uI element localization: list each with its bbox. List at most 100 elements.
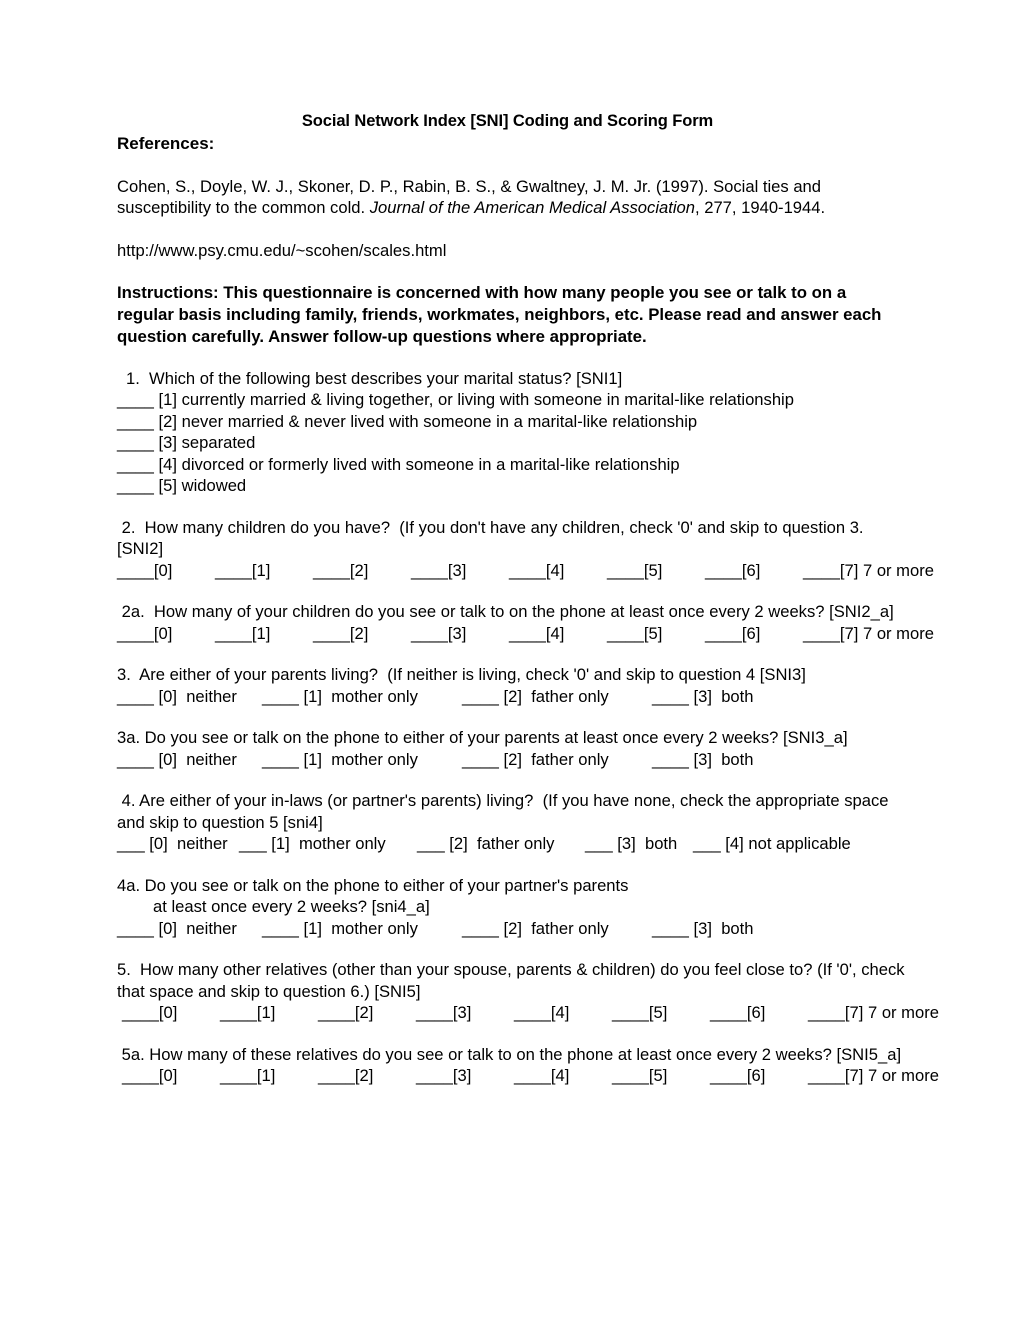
scale-option[interactable]: ____[0] xyxy=(122,1065,220,1086)
option-cell[interactable]: ____ [1] mother only xyxy=(262,918,462,939)
option-cell[interactable]: ____ [3] both xyxy=(652,749,754,770)
question-5a: 5a. How many of these relatives do you s… xyxy=(117,1044,939,1087)
option-cell[interactable]: ____ [1] mother only xyxy=(262,686,462,707)
question-5a-text: 5a. How many of these relatives do you s… xyxy=(117,1044,902,1064)
scale-option[interactable]: ____[0] xyxy=(117,623,215,644)
question-4a: 4a. Do you see or talk on the phone to e… xyxy=(117,875,912,939)
option-cell[interactable]: ____ [2] father only xyxy=(462,749,652,770)
scale-option[interactable]: ____[4] xyxy=(514,1065,612,1086)
scale-option[interactable]: ____[4] xyxy=(514,1002,612,1023)
option-row[interactable]: ____ [3] separated xyxy=(117,432,912,453)
question-4a-text-line2: at least once every 2 weeks? [sni4_a] xyxy=(153,897,430,917)
citation-journal-name: Journal of the American Medical Associat… xyxy=(369,198,695,218)
option-cell[interactable]: ____ [1] mother only xyxy=(262,749,462,770)
scale-option[interactable]: ____[4] xyxy=(509,623,607,644)
scale-option[interactable]: ____[3] xyxy=(416,1065,514,1086)
option-row[interactable]: ____ [4] divorced or formerly lived with… xyxy=(117,454,912,475)
question-3a: 3a. Do you see or talk on the phone to e… xyxy=(117,727,912,770)
reference-citation: Cohen, S., Doyle, W. J., Skoner, D. P., … xyxy=(117,176,892,219)
scale-option[interactable]: ____[4] xyxy=(509,560,607,581)
option-cell[interactable]: ____ [3] both xyxy=(652,686,754,707)
scale-option[interactable]: ____[2] xyxy=(313,623,411,644)
option-row[interactable]: ____ [5] widowed xyxy=(117,475,912,496)
references-heading: References: xyxy=(117,134,215,153)
question-4a-text-line1: 4a. Do you see or talk on the phone to e… xyxy=(117,875,629,895)
question-5a-scale: ____[0] ____[1] ____[2] ____[3] ____[4] … xyxy=(117,1065,939,1086)
scale-option[interactable]: ____[6] xyxy=(705,623,803,644)
question-2a-text: 2a. How many of your children do you see… xyxy=(117,602,894,622)
scale-option[interactable]: ____[5] xyxy=(612,1002,710,1023)
document-page: Social Network Index [SNI] Coding and Sc… xyxy=(0,0,1020,1320)
option-cell[interactable]: ____ [2] father only xyxy=(462,918,652,939)
scale-option[interactable]: ____[2] xyxy=(318,1002,416,1023)
question-5: 5. How many other relatives (other than … xyxy=(117,959,939,1023)
question-1-options: ____ [1] currently married & living toge… xyxy=(117,389,912,496)
scale-option[interactable]: ____[1] xyxy=(215,623,313,644)
scale-option[interactable]: ____[0] xyxy=(117,560,215,581)
question-2: 2. How many children do you have? (If yo… xyxy=(117,517,934,581)
scale-option[interactable]: ____[3] xyxy=(416,1002,514,1023)
scale-option[interactable]: ____[2] xyxy=(318,1065,416,1086)
question-4: 4. Are either of your in-laws (or partne… xyxy=(117,790,912,854)
option-row[interactable]: ____ [1] currently married & living toge… xyxy=(117,389,912,410)
option-cell[interactable]: ___ [3] both xyxy=(585,833,693,854)
question-2a-scale: ____[0] ____[1] ____[2] ____[3] ____[4] … xyxy=(117,623,934,644)
question-5-scale: ____[0] ____[1] ____[2] ____[3] ____[4] … xyxy=(117,1002,939,1023)
question-1: 1. Which of the following best describes… xyxy=(117,368,912,497)
scale-option[interactable]: ____[1] xyxy=(220,1002,318,1023)
option-cell[interactable]: ___ [2] father only xyxy=(417,833,585,854)
question-5-text: 5. How many other relatives (other than … xyxy=(117,960,910,1001)
question-3-options: ____ [0] neither ____ [1] mother only __… xyxy=(117,686,903,707)
scale-option[interactable]: ____[7] 7 or more xyxy=(808,1002,939,1023)
question-4a-options: ____ [0] neither ____ [1] mother only __… xyxy=(117,918,903,939)
scale-option[interactable]: ____[1] xyxy=(215,560,313,581)
question-1-text: 1. Which of the following best describes… xyxy=(126,368,623,388)
question-3: 3. Are either of your parents living? (I… xyxy=(117,664,912,707)
scale-option[interactable]: ____[6] xyxy=(705,560,803,581)
question-3-text: 3. Are either of your parents living? (I… xyxy=(117,665,806,685)
option-cell[interactable]: ___ [4] not applicable xyxy=(693,833,851,854)
option-cell[interactable]: ___ [1] mother only xyxy=(239,833,417,854)
source-url: http://www.psy.cmu.edu/~scohen/scales.ht… xyxy=(117,240,447,260)
scale-option[interactable]: ____[3] xyxy=(411,623,509,644)
scale-option[interactable]: ____[7] 7 or more xyxy=(808,1065,939,1086)
option-cell[interactable]: ____ [0] neither xyxy=(117,749,262,770)
page-title: Social Network Index [SNI] Coding and Sc… xyxy=(301,112,714,130)
question-3a-text: 3a. Do you see or talk on the phone to e… xyxy=(117,728,848,748)
scale-option[interactable]: ____[1] xyxy=(220,1065,318,1086)
scale-option[interactable]: ____[5] xyxy=(607,560,705,581)
option-cell[interactable]: ____ [0] neither xyxy=(117,918,262,939)
question-3a-options: ____ [0] neither ____ [1] mother only __… xyxy=(117,749,903,770)
option-cell[interactable]: ___ [0] neither xyxy=(117,833,239,854)
scale-option[interactable]: ____[7] 7 or more xyxy=(803,560,934,581)
scale-option[interactable]: ____[5] xyxy=(612,1065,710,1086)
scale-option[interactable]: ____[2] xyxy=(313,560,411,581)
scale-option[interactable]: ____[6] xyxy=(710,1002,808,1023)
question-4-options: ___ [0] neither ___ [1] mother only ___ … xyxy=(117,833,917,854)
option-cell[interactable]: ____ [0] neither xyxy=(117,686,262,707)
scale-option[interactable]: ____[7] 7 or more xyxy=(803,623,934,644)
scale-option[interactable]: ____[6] xyxy=(710,1065,808,1086)
scale-option[interactable]: ____[3] xyxy=(411,560,509,581)
scale-option[interactable]: ____[5] xyxy=(607,623,705,644)
scale-option[interactable]: ____[0] xyxy=(122,1002,220,1023)
instructions-text: Instructions: This questionnaire is conc… xyxy=(117,283,882,347)
option-cell[interactable]: ____ [3] both xyxy=(652,918,754,939)
question-2-text: 2. How many children do you have? (If yo… xyxy=(117,517,869,559)
question-4-text: 4. Are either of your in-laws (or partne… xyxy=(117,791,894,832)
question-2-scale: ____[0] ____[1] ____[2] ____[3] ____[4] … xyxy=(117,560,934,581)
option-cell[interactable]: ____ [2] father only xyxy=(462,686,652,707)
citation-volume-pages: , 277, 1940-1944. xyxy=(695,198,826,218)
option-row[interactable]: ____ [2] never married & never lived wit… xyxy=(117,411,912,432)
question-2a: 2a. How many of your children do you see… xyxy=(117,601,934,644)
